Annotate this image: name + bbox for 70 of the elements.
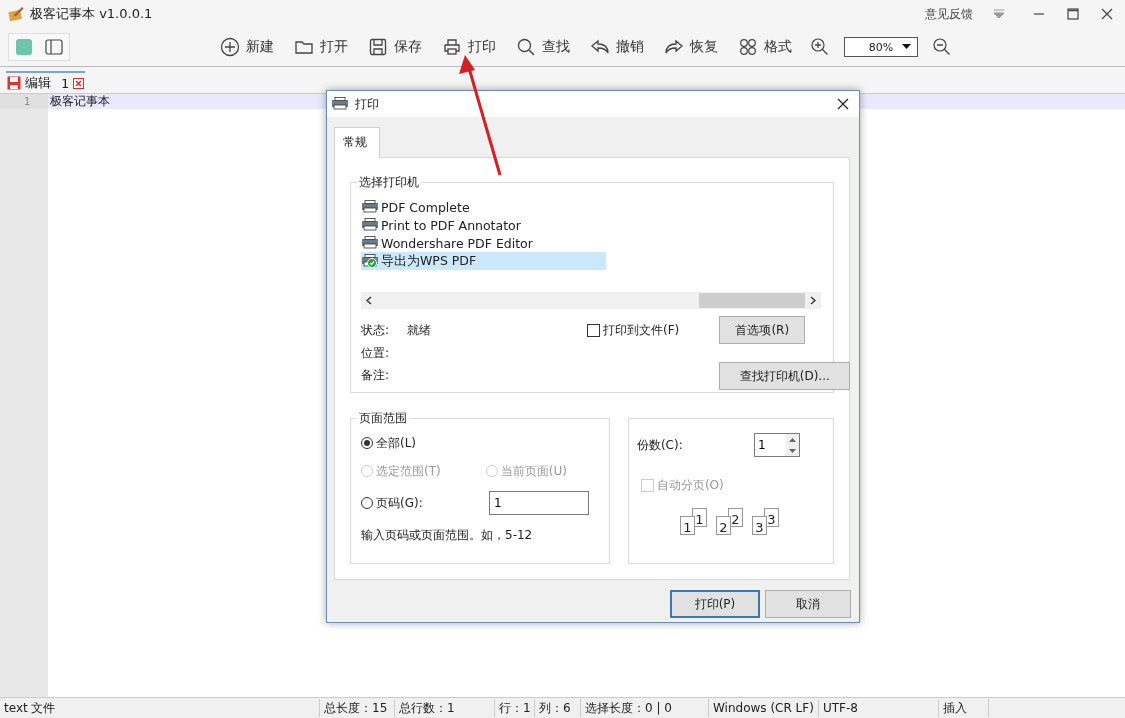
preferences-button[interactable]: 首选项(R) [719,316,806,344]
status-field: 列：6 [535,699,581,717]
printer-item[interactable]: Print to PDF Annotator [361,216,606,234]
comment-label: 备注: [361,366,391,384]
toolbar-button[interactable]: 恢复 [688,36,720,58]
status-field: 选择长度：0 | 0 [581,699,709,717]
close-icon[interactable] [837,98,849,110]
tab-label: 编辑 [25,74,51,92]
group-label: 选择打印机 [357,174,421,191]
status-field: 行：1 [495,699,535,717]
range-radio[interactable]: 全部(L) [361,435,599,451]
hint-text: 输入页码或页面范围。如，5-12 [361,528,533,542]
location-label: 位置: [361,344,391,362]
dialog-title: 打印 [355,95,379,113]
text-line: 极客记事本 [50,94,110,109]
save-icon [368,37,388,57]
print-to-file-checkbox[interactable]: 打印到文件(F) [587,321,680,339]
toolbar-button[interactable]: 打印 [466,36,498,58]
toolbar-button[interactable]: 保存 [392,36,424,58]
copies-label: 份数(C): [636,436,683,454]
grid-icon [738,37,758,57]
toolbar-button[interactable]: 撤销 [614,36,646,58]
caret-icon[interactable] [902,44,911,49]
dialog-tab[interactable]: 常规 [334,127,380,158]
maximize-icon[interactable] [1067,8,1079,20]
status-field: 总行数：1 [395,699,495,717]
printer-icon [331,97,349,111]
cancel-button[interactable]: 取消 [765,590,851,618]
printer-item[interactable]: 导出为WPS PDF [361,252,606,270]
notebook-pen-icon [8,6,24,22]
zoom-dropdown[interactable]: 80% [844,37,918,57]
status-field: 插入 [939,699,989,717]
printer-icon [442,37,462,57]
zoom-in-icon[interactable] [810,37,830,57]
close-icon[interactable] [1101,8,1113,20]
toolbar-button[interactable]: 格式 [762,36,794,58]
search-icon [516,37,536,57]
sidebar-icon[interactable] [44,39,63,55]
zoom-out-icon[interactable] [932,37,952,57]
print-button[interactable]: 打印(P) [670,590,760,618]
scroll-left-icon[interactable] [366,296,372,305]
tab-number: 1 [61,75,70,91]
collate-pages-drawing: 1 1 2 2 3 3 [636,508,825,538]
status-field: 总长度：15 [320,699,395,717]
status-field: UTF-8 [819,699,939,717]
toolbar-button[interactable]: 打开 [318,36,350,58]
radio-circle-icon[interactable] [361,497,373,509]
feedback-link[interactable]: 意见反馈 [925,5,973,23]
range-radio[interactable]: 页码(G): [361,495,423,511]
line-number: 1 [23,95,30,109]
editor-tab[interactable]: 编辑 1 [6,71,86,93]
theme-swatch-icon[interactable] [15,39,32,55]
find-printer-button[interactable]: 查找打印机(D)... [719,362,851,390]
radio-circle-icon[interactable] [361,437,373,449]
page-range-field[interactable]: 1 [488,491,589,515]
status-label: 状态: [361,321,391,339]
status-field: text 文件 [0,699,320,717]
save-icon [7,76,21,90]
plus-circle-icon [220,37,240,57]
status-field: Windows (CR LF) [709,699,819,717]
printer-item[interactable]: PDF Complete [361,198,606,216]
toolbar-button[interactable]: 查找 [540,36,572,58]
toolbar-button[interactable]: 新建 [244,36,276,58]
window-title: 极客记事本 v1.0.0.1 [30,5,153,23]
status-value: 就绪 [407,321,432,339]
scrollbar-thumb[interactable] [699,293,805,308]
dropdown-icon[interactable] [993,9,1005,19]
scroll-right-icon[interactable] [810,296,816,305]
group-label: 页面范围 [357,410,409,427]
printer-item[interactable]: Wondershare PDF Editor [361,234,606,252]
